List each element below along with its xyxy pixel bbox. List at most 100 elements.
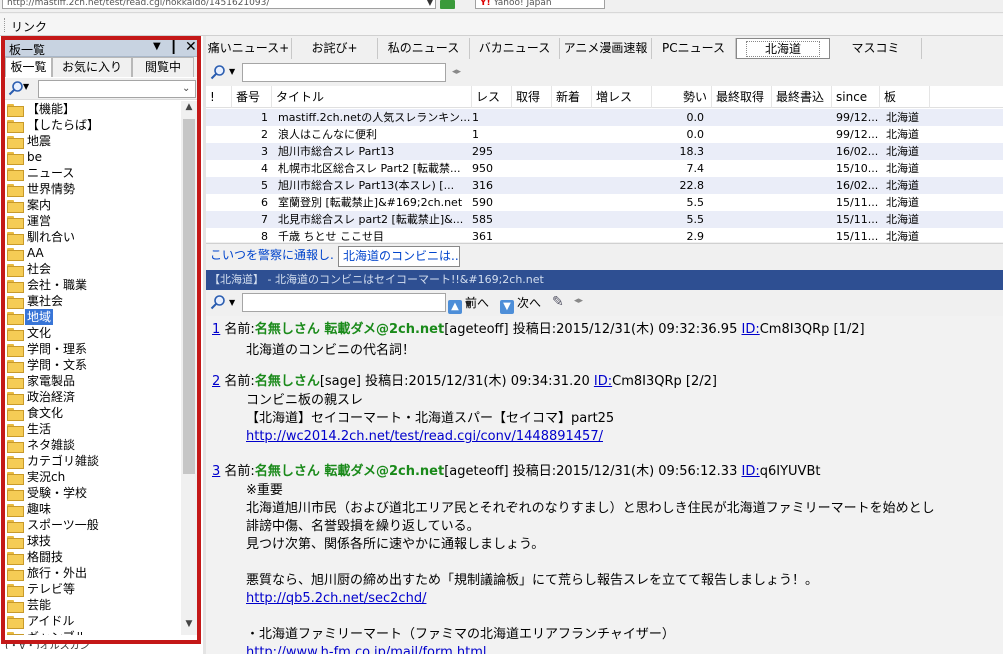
search-icon[interactable] [210,294,226,310]
pin-icon[interactable]: ┃ [170,40,177,54]
board-category-item[interactable]: 趣味 [5,501,181,517]
board-category-item[interactable]: AA [5,245,181,261]
post-link[interactable]: http://www.h-fm.co.jp/mail/form.html [246,645,487,654]
board-category-item[interactable]: 格闘技 [5,549,181,565]
board-category-item[interactable]: be [5,149,181,165]
search-icon[interactable] [210,64,226,80]
board-category-item[interactable]: 会社・職業 [5,277,181,293]
board-category-item[interactable]: 【機能】 [5,101,181,117]
board-category-item[interactable]: 運営 [5,213,181,229]
id-label[interactable]: ID: [594,374,612,389]
pane-menu-icon[interactable]: ▼ [153,41,161,52]
board-category-item[interactable]: ネタ雑談 [5,437,181,453]
board-category-item[interactable]: スポーツ一般 [5,517,181,533]
board-category-item[interactable]: 食文化 [5,405,181,421]
tab-baka-news[interactable]: バカニュース [470,38,560,59]
board-category-item[interactable]: 芸能 [5,597,181,613]
board-tree-scrollbar[interactable]: ▲ ▼ [181,101,197,635]
toolbar-grip-icon[interactable]: ◂▸ [574,296,583,306]
col-since[interactable]: since [832,86,880,108]
col-board[interactable]: 板 [880,86,930,108]
tab-browsing[interactable]: 閲覧中 [132,57,194,77]
address-dropdown-icon[interactable]: ▼ [424,0,436,9]
thread-row[interactable]: 3 旭川市総合スレ Part13 295 18.3 16/02... 北海道 [206,143,1003,160]
tab-favorites[interactable]: お気に入り [52,57,132,77]
col-title[interactable]: タイトル [272,86,472,108]
board-search-input[interactable]: ⌄ [38,80,196,98]
board-category-item[interactable]: 旅行・外出 [5,565,181,581]
board-category-item[interactable]: 地震 [5,133,181,149]
chevron-down-icon[interactable]: ⌄ [182,83,190,94]
search-options-dropdown-icon[interactable]: ▼ [229,67,235,76]
search-icon[interactable] [8,80,24,96]
tab-board-list[interactable]: 板一覧 [5,57,52,77]
tab-hokkaido[interactable]: 北海道 [736,38,830,59]
toolbar-grip-icon[interactable] [4,18,6,32]
thread-search-input[interactable]: ▼ [242,293,472,312]
col-increase[interactable]: 増レス [592,86,652,108]
thread-tab-convenience[interactable]: 北海道のコンビニは... [338,246,460,267]
col-number[interactable]: 番号 [232,86,272,108]
board-category-item[interactable]: 受験・学校 [5,485,181,501]
search-options-dropdown-icon[interactable]: ▼ [229,298,235,307]
toolbar-grip-icon[interactable]: ◂▸ [452,67,461,77]
board-category-item[interactable]: テレビ等 [5,581,181,597]
tab-owabi[interactable]: お詫び+ [292,38,378,59]
poster-name[interactable]: 名無しさん 転載ダメ@2ch.net [255,464,444,479]
board-category-item[interactable]: カテゴリ雑談 [5,453,181,469]
col-last-fetch[interactable]: 最終取得 [712,86,772,108]
thread-row[interactable]: 8 千歳 ちとせ ここせ目 361 2.9 15/11... 北海道 [206,228,1003,242]
address-bar[interactable]: http://mastiff.2ch.net/test/read.cgi/hok… [2,0,436,9]
tab-anime-news[interactable]: アニメ漫画速報 [560,38,652,59]
thread-row[interactable]: 1 mastiff.2ch.netの人気スレランキン... 1 0.0 99/12...… [206,109,1003,126]
board-category-item[interactable]: ギャンブル [5,629,181,635]
board-category-item[interactable]: 世界情勢 [5,181,181,197]
board-category-item[interactable]: 家電製品 [5,373,181,389]
go-button[interactable] [440,0,455,9]
thread-row[interactable]: 2 浪人はこんなに便利 1 0.0 99/12... 北海道 [206,126,1003,143]
board-category-item[interactable]: 学問・理系 [5,341,181,357]
poster-name[interactable]: 名無しさん 転載ダメ@2ch.net [255,322,444,337]
next-button[interactable]: ▼ 次へ [500,294,541,314]
board-category-item[interactable]: 地域 [5,309,181,325]
col-mark[interactable]: ! [206,86,232,108]
tab-masukomi[interactable]: マスコミ [830,38,922,59]
tab-itai-news[interactable]: 痛いニュース+ [206,38,292,59]
tab-my-news[interactable]: 私のニュース [378,38,470,59]
post-number[interactable]: 1 [212,322,220,337]
col-res[interactable]: レス [472,86,512,108]
scrollbar-thumb[interactable] [183,119,195,474]
thread-tab-report[interactable]: こいつを警察に通報し... [206,246,334,267]
board-category-item[interactable]: 政治経済 [5,389,181,405]
board-category-item[interactable]: 馴れ合い [5,229,181,245]
pen-icon[interactable]: ✎ [552,294,564,310]
thread-row[interactable]: 5 旭川市総合スレ Part13(本スレ) [... 316 22.8 16/02...… [206,177,1003,194]
prev-button[interactable]: ▲ 前へ [448,294,489,314]
board-category-item[interactable]: 球技 [5,533,181,549]
board-category-item[interactable]: ニュース [5,165,181,181]
board-category-item[interactable]: 裏社会 [5,293,181,309]
close-icon[interactable]: ✕ [185,39,197,55]
board-category-item[interactable]: 社会 [5,261,181,277]
board-category-item[interactable]: 案内 [5,197,181,213]
thread-row[interactable]: 4 札幌市北区総合スレ Part2 [転載禁... 950 7.4 15/10... 北海… [206,160,1003,177]
post-link[interactable]: http://qb5.2ch.net/sec2chd/ [246,591,426,606]
board-category-item[interactable]: 文化 [5,325,181,341]
col-last-post[interactable]: 最終書込 [772,86,832,108]
post-number[interactable]: 2 [212,374,220,389]
poster-name[interactable]: 名無しさん [255,374,320,389]
post-link[interactable]: http://wc2014.2ch.net/test/read.cgi/conv… [246,429,603,444]
col-fetched[interactable]: 取得 [512,86,552,108]
board-category-item[interactable]: アイドル [5,613,181,629]
board-category-item[interactable]: 実況ch [5,469,181,485]
tab-pc-news[interactable]: PCニュース [652,38,736,59]
thread-row[interactable]: 7 北見市総合スレ part2 [転載禁止]&... 585 5.5 15/11... 北… [206,211,1003,228]
post-number[interactable]: 3 [212,464,220,479]
web-search-box[interactable]: Y! Yahoo! Japan [475,0,605,9]
board-tree-partial-item[interactable]: (・∀・)オルスカン [5,637,197,649]
thread-filter-input[interactable] [242,63,446,82]
board-category-item[interactable]: 学問・文系 [5,357,181,373]
scroll-up-icon[interactable]: ▲ [181,102,197,116]
board-category-item[interactable]: 【したらば】 [5,117,181,133]
thread-row[interactable]: 6 室蘭登別 [転載禁止]&#169;2ch.net 590 5.5 15/11... 北… [206,194,1003,211]
